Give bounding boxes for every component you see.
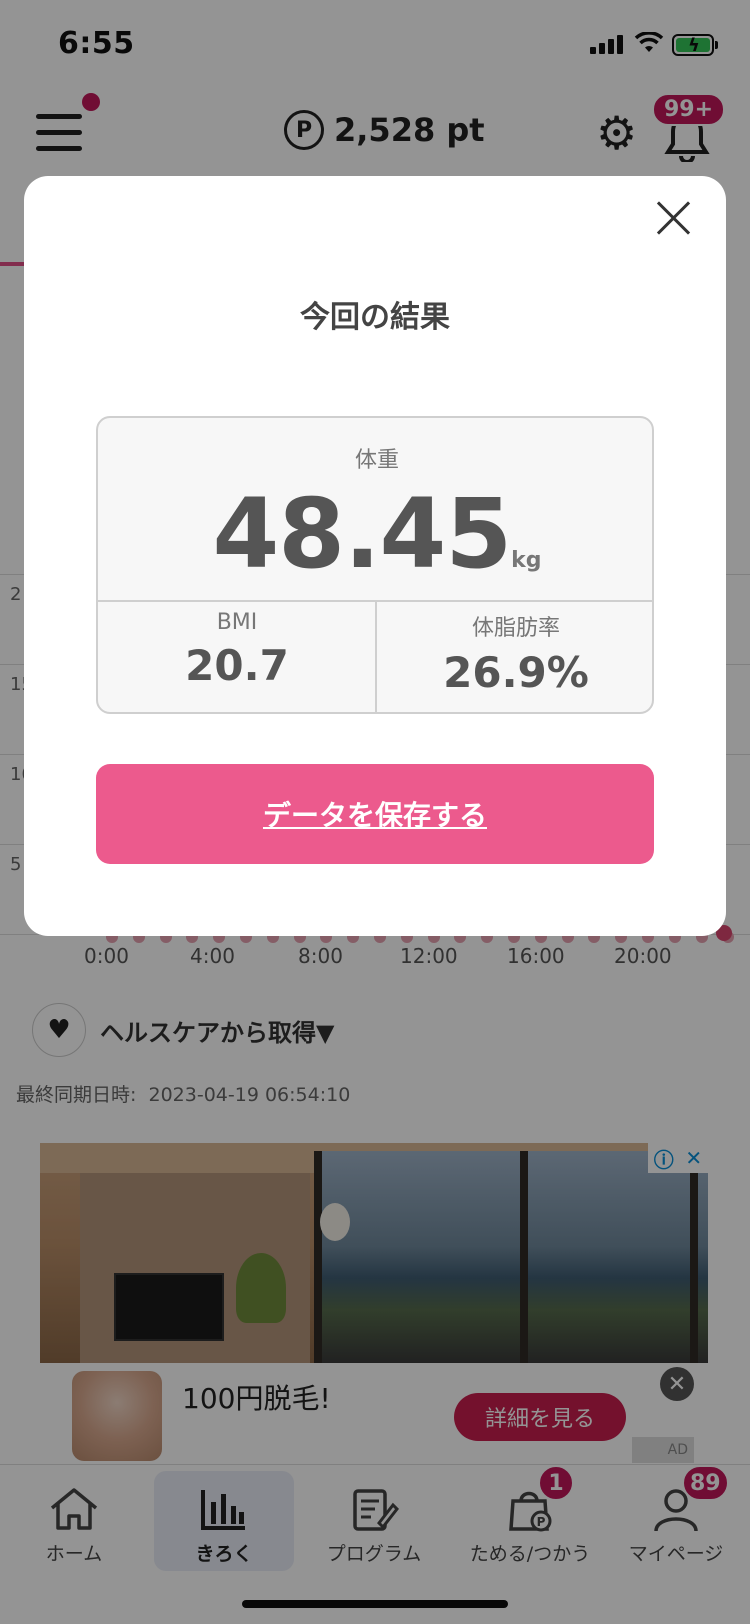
weight-display: 48.45kg: [98, 478, 652, 590]
weight-label: 体重: [354, 448, 399, 473]
bmi-value: 20.7: [185, 641, 289, 690]
weight-unit: kg: [511, 548, 542, 573]
modal-title: 今回の結果: [300, 300, 450, 335]
result-card: 体重 48.45kg BMI 20.7 体脂肪率 26.9%: [96, 416, 654, 714]
body-fat-cell: 体脂肪率 26.9%: [377, 610, 652, 697]
bmi-label: BMI: [216, 610, 258, 635]
body-fat-value: 26.9%: [443, 648, 589, 697]
save-data-button[interactable]: データを保存する: [96, 764, 654, 864]
bmi-cell: BMI 20.7: [98, 610, 376, 690]
body-fat-label: 体脂肪率: [471, 616, 560, 641]
close-icon[interactable]: [652, 196, 696, 240]
weight-value: 48.45: [212, 478, 512, 590]
result-modal: 今回の結果 体重 48.45kg BMI 20.7 体脂肪率 26.9% データ…: [24, 176, 726, 936]
